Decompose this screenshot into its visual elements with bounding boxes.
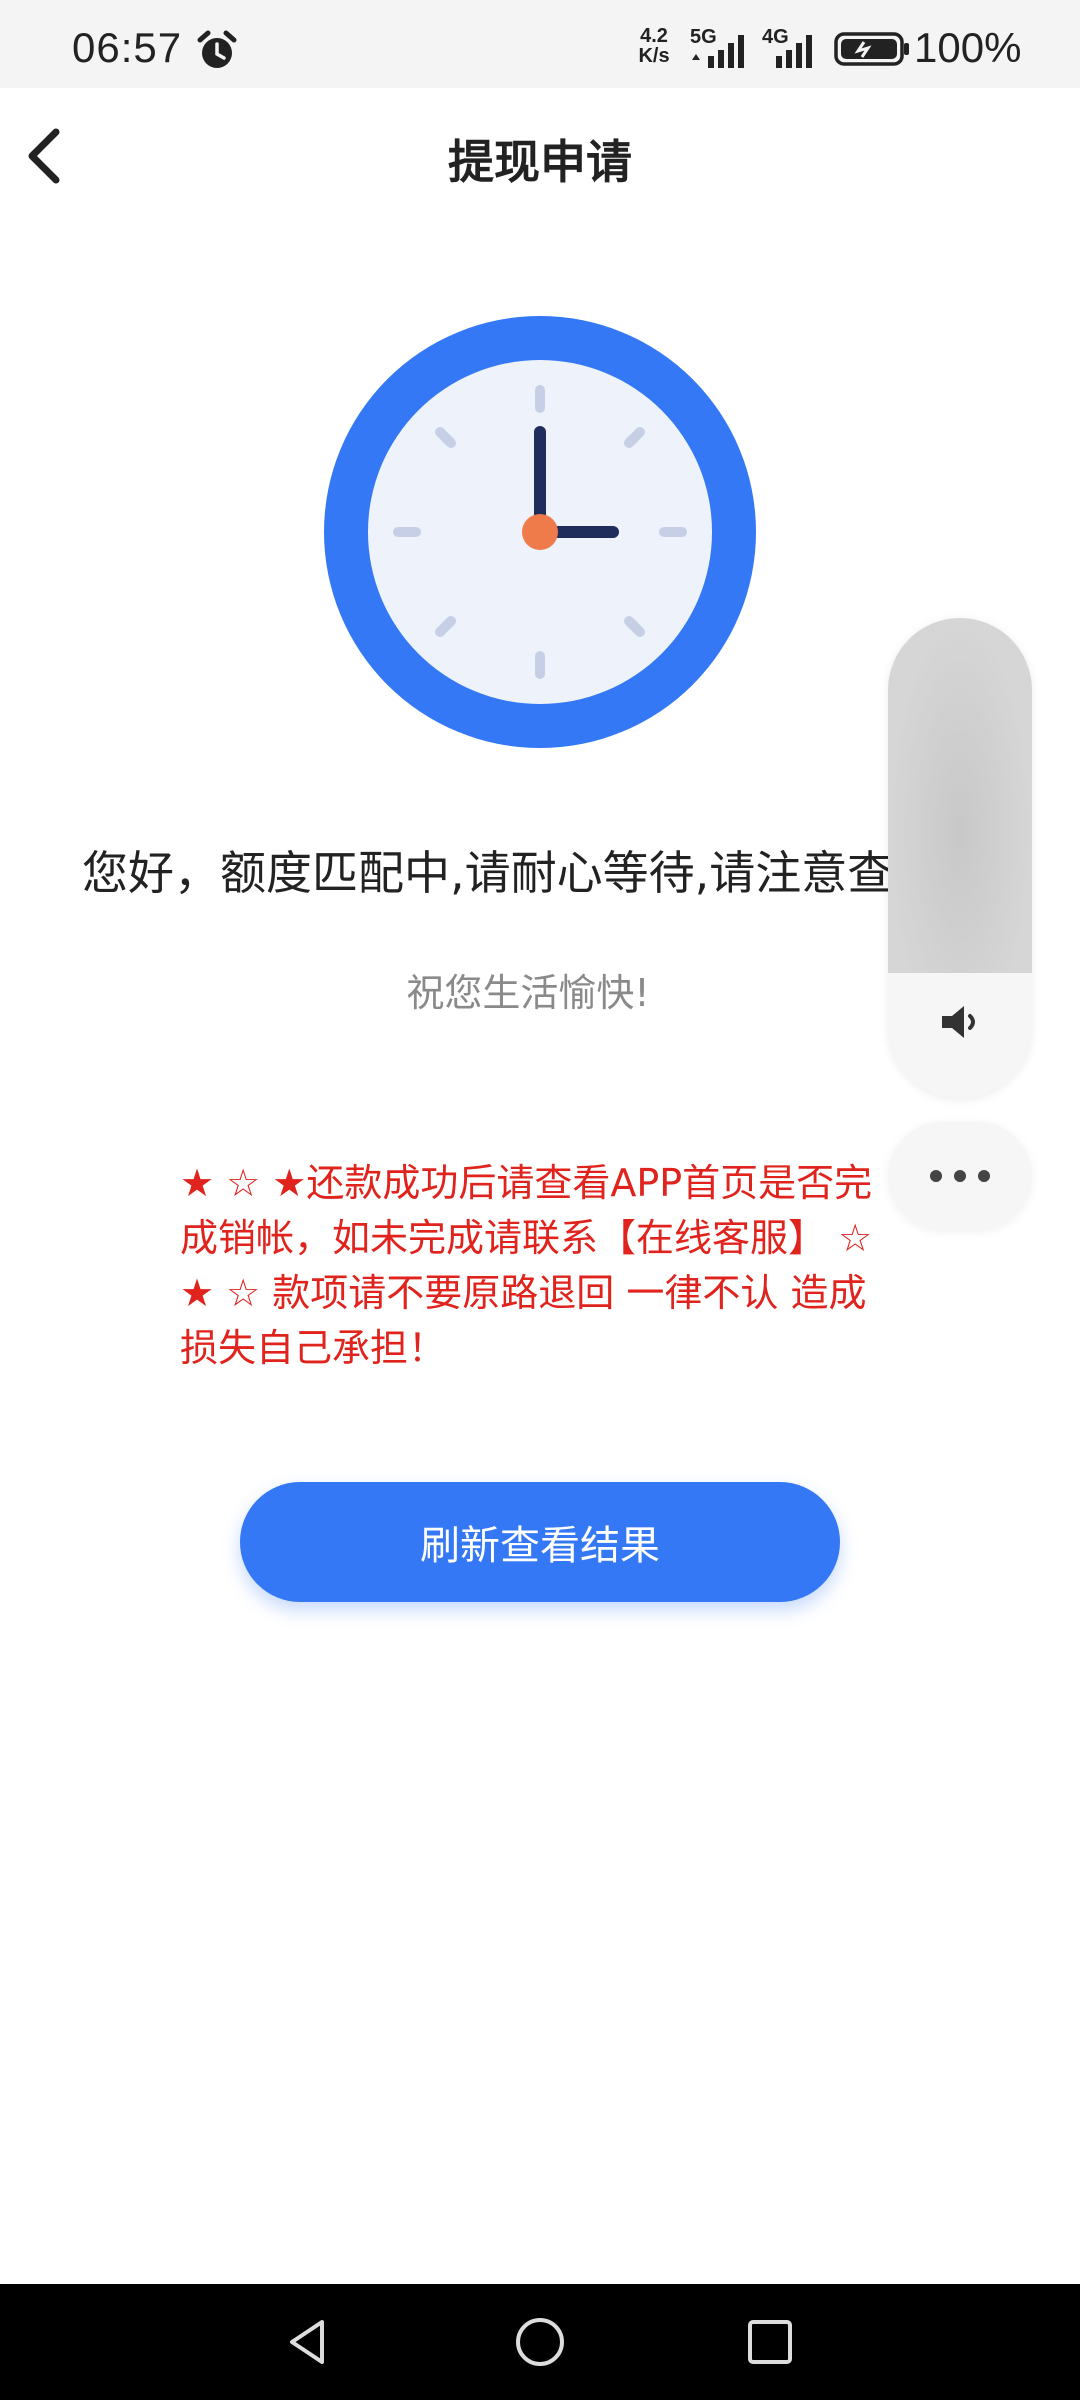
alarm-clock-icon [197, 30, 237, 68]
battery-charging-icon [834, 32, 909, 66]
status-bar: 06:57 4.2 K/s 5G 4G 100% [0, 0, 1080, 88]
more-options-button[interactable] [888, 1122, 1032, 1230]
network-speed: 4.2 K/s [632, 26, 676, 66]
warning-text: ★ ☆ ★还款成功后请查看APP首页是否完成销帐，如未完成请联系【在线客服】 ☆… [180, 1161, 873, 1370]
clock-illustration [324, 316, 756, 748]
speaker-icon [942, 1006, 975, 1038]
signal-5g-icon [692, 35, 744, 68]
page-title: 提现申请 [448, 135, 632, 189]
network-speed-value: 4.2 [640, 25, 668, 47]
ellipsis-icon [930, 1170, 990, 1182]
system-navigation-bar [0, 2284, 1080, 2400]
volume-slider[interactable] [888, 618, 1032, 1098]
network-speed-unit: K/s [638, 45, 670, 67]
signal-4g-icon [776, 35, 812, 68]
recents-square-icon[interactable] [742, 2314, 798, 2370]
matching-notice: 您好，额度匹配中,请耐心等待,请注意查 [82, 846, 888, 900]
refresh-result-button[interactable]: 刷新查看结果 [240, 1482, 840, 1602]
battery-percent: 100% [914, 24, 1022, 71]
volume-level-fill [888, 618, 1032, 973]
status-time: 06:57 [72, 24, 183, 71]
home-circle-icon[interactable] [512, 2314, 568, 2370]
back-triangle-icon[interactable] [280, 2314, 336, 2370]
